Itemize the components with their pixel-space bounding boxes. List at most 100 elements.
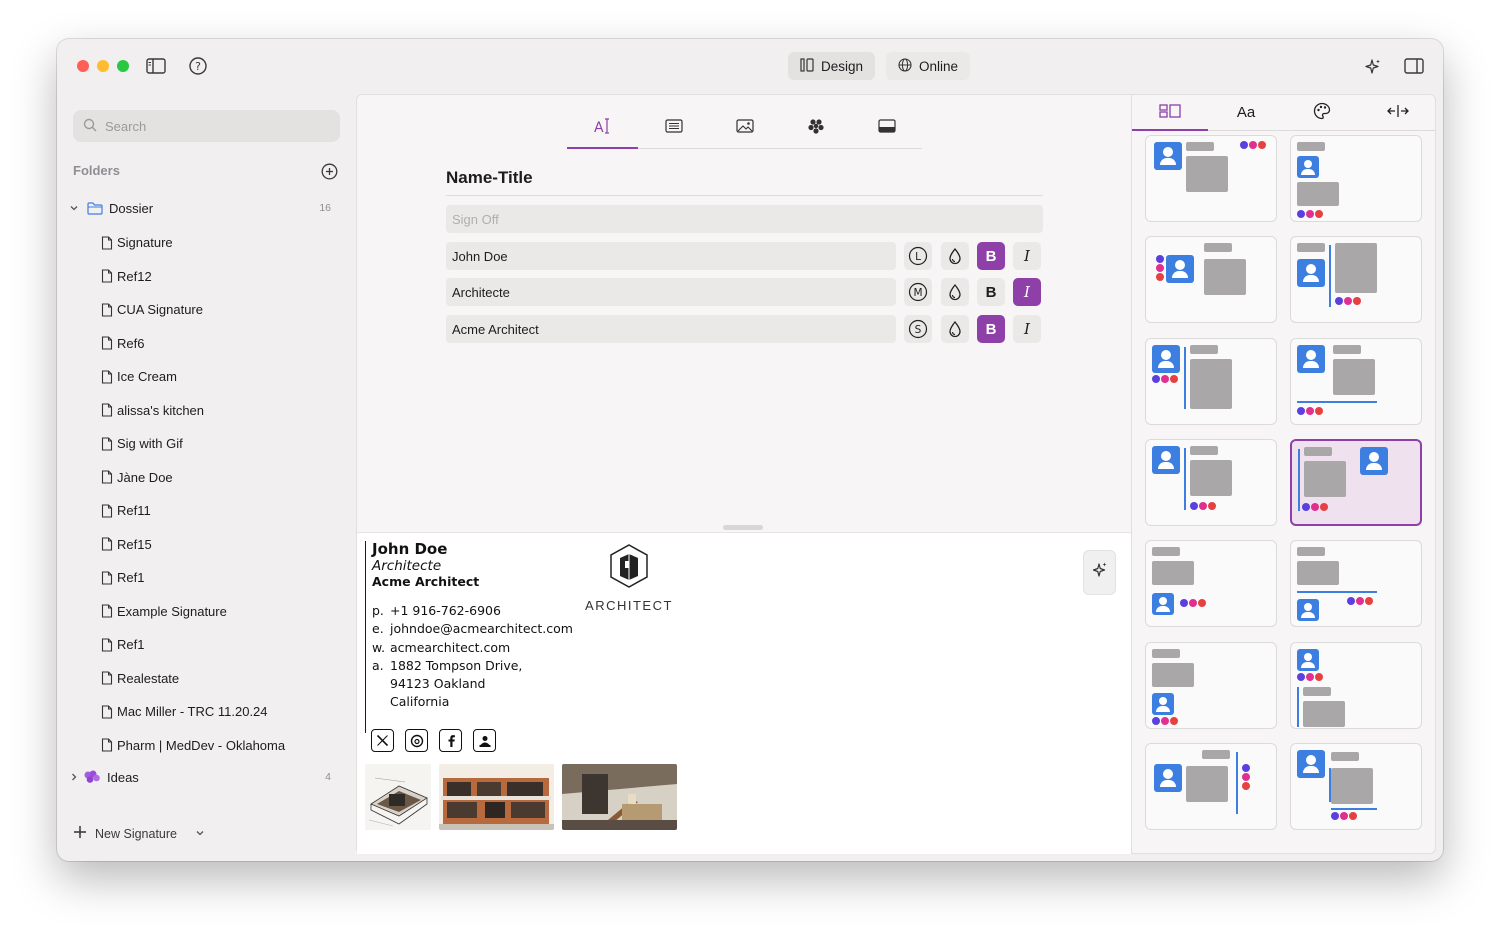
template-panel: Aa [1132,94,1436,854]
tab-social[interactable] [780,109,851,148]
font-size-button[interactable]: M [904,278,932,306]
sidebar-item-label: Sig with Gif [117,436,183,452]
bold-toggle[interactable]: B [977,242,1005,270]
color-drop-icon[interactable] [941,278,969,306]
preview-phone[interactable]: +1 916-762-6906 [390,602,501,620]
chevron-right-icon[interactable] [69,772,81,782]
template-card[interactable] [1145,438,1277,526]
preview-company: Acme Architect [372,574,480,589]
close-window-button[interactable] [77,60,89,72]
sidebar-toggle-icon[interactable] [145,56,167,76]
profile-badge-icon[interactable] [473,729,496,752]
tab-text[interactable]: A [567,109,638,149]
search-field[interactable]: Search [73,110,340,142]
template-card[interactable] [1290,540,1422,628]
preview-name: John Doe [372,540,448,558]
template-card[interactable] [1290,742,1422,830]
template-card[interactable] [1290,337,1422,425]
color-drop-icon[interactable] [941,242,969,270]
sidebar-item[interactable]: Ref15 [57,528,355,562]
preview-web[interactable]: acmearchitect.com [390,639,510,657]
template-card[interactable] [1145,742,1277,830]
ai-magic-button[interactable] [1083,550,1116,595]
template-card[interactable] [1145,337,1277,425]
sidebar-item[interactable]: Example Signature [57,595,355,629]
help-icon[interactable]: ? [188,56,208,76]
facebook-icon[interactable] [439,729,462,752]
sidebar-item[interactable]: Ref1 [57,561,355,595]
sign-off-input[interactable]: Sign Off [446,205,1043,233]
sidebar-item[interactable]: Ref11 [57,494,355,528]
bold-toggle[interactable]: B [977,278,1005,306]
tab-layout[interactable] [1132,95,1208,131]
zoom-window-button[interactable] [117,60,129,72]
sidebar-item-label: Mac Miller - TRC 11.20.24 [117,704,268,720]
name-input[interactable]: John Doe [446,242,896,270]
sidebar-item[interactable]: Ice Cream [57,360,355,394]
sidebar-item-label: Example Signature [117,603,227,619]
sparkle-icon[interactable] [1363,57,1383,77]
bold-toggle[interactable]: B [977,315,1005,343]
tab-images[interactable] [709,109,780,148]
document-icon [101,705,113,719]
italic-toggle[interactable]: I [1013,242,1041,270]
sidebar-item[interactable]: Mac Miller - TRC 11.20.24 [57,695,355,729]
x-twitter-icon[interactable] [371,729,394,752]
sidebar-item[interactable]: Sig with Gif [57,427,355,461]
web-key: w. [372,639,386,655]
new-signature-button[interactable]: New Signature [73,825,205,842]
italic-toggle[interactable]: I [1013,315,1041,343]
app-window: ? Design Online Search Folders Dossier 1… [57,39,1443,861]
sidebar-item[interactable]: Jàne Doe [57,461,355,495]
sidebar-item[interactable]: Ref1 [57,628,355,662]
template-card[interactable] [1145,540,1277,628]
font-size-button[interactable]: L [904,242,932,270]
sidebar-item[interactable]: alissa's kitchen [57,394,355,428]
chevron-down-icon[interactable] [69,203,81,213]
document-icon [101,638,113,652]
template-card[interactable] [1145,641,1277,729]
inspector-toggle-icon[interactable] [1403,56,1425,76]
tab-spacing[interactable] [1360,95,1436,130]
sidebar-item[interactable]: Realestate [57,662,355,696]
italic-toggle[interactable]: I [1013,278,1041,306]
tab-contact[interactable] [638,109,709,148]
company-input[interactable]: Acme Architect [446,315,896,343]
online-mode-button[interactable]: Online [886,52,971,80]
sidebar-item-label: Ref6 [117,335,145,351]
sidebar-item[interactable]: CUA Signature [57,293,355,327]
tab-typography[interactable]: Aa [1208,95,1284,130]
chevron-down-icon[interactable] [195,827,205,841]
folder-dossier[interactable]: Dossier 16 [57,195,355,221]
split-resize-handle[interactable] [723,525,763,530]
minimize-window-button[interactable] [97,60,109,72]
folder-ideas[interactable]: Ideas 4 [57,762,355,792]
template-card[interactable] [1145,135,1277,222]
tab-palette[interactable] [1284,95,1360,130]
sidebar-item[interactable]: Pharm | MedDev - Oklahoma [57,729,355,763]
title-input[interactable]: Architecte [446,278,896,306]
document-icon [101,370,113,384]
template-card[interactable] [1290,641,1422,729]
design-mode-button[interactable]: Design [788,52,876,80]
color-drop-icon[interactable] [941,315,969,343]
architecture-photo [562,764,677,830]
sidebar-item[interactable]: Ref6 [57,327,355,361]
sidebar-item-label: Realestate [117,670,180,686]
template-card[interactable] [1290,135,1422,222]
email-key: e. [372,621,384,637]
signature-text-block: John Doe Architecte Acme Architect p. +1 … [365,541,573,733]
template-card-selected[interactable] [1290,438,1422,526]
sidebar-item[interactable]: Ref12 [57,260,355,294]
tab-banner[interactable] [851,109,922,148]
folder-tree: Dossier 16 Signature Ref12 CUA Signature Re… [57,195,355,792]
threads-icon[interactable] [405,729,428,752]
preview-email[interactable]: johndoe@acmearchitect.com [390,620,573,638]
template-card[interactable] [1145,236,1277,324]
globe-icon [898,57,912,75]
font-size-button[interactable]: S [904,315,932,343]
sidebar-item[interactable]: Signature [57,226,355,260]
template-card[interactable] [1290,236,1422,324]
list-card-icon [664,119,683,138]
add-folder-icon[interactable] [320,162,338,180]
